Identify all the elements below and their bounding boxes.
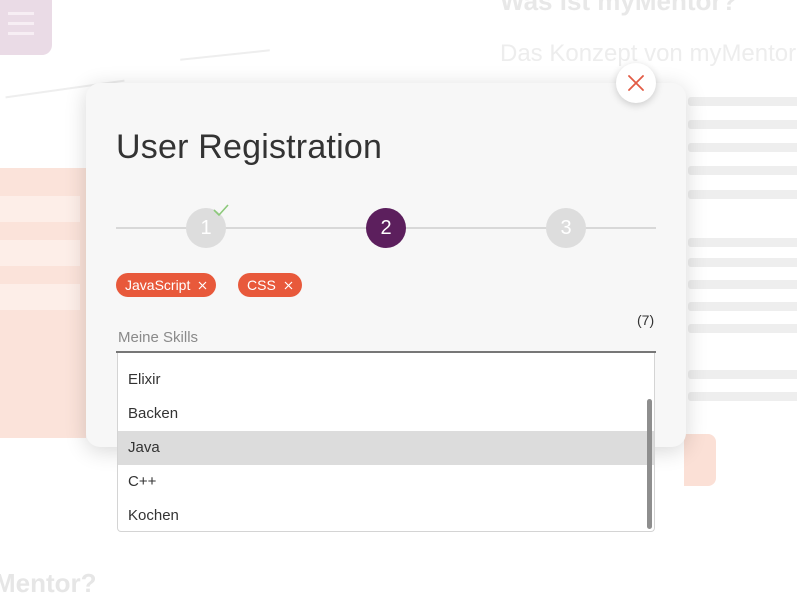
close-icon: [628, 75, 644, 91]
dropdown-option[interactable]: Backen: [118, 397, 654, 431]
dropdown-scrollbar[interactable]: [647, 399, 652, 529]
close-icon: [198, 281, 207, 289]
close-icon: [284, 281, 293, 289]
skills-dropdown[interactable]: Elixir Backen Java C++ Kochen: [117, 353, 655, 532]
menu-icon: [0, 0, 52, 55]
step-3[interactable]: 3: [546, 208, 586, 248]
modal-title: User Registration: [116, 128, 383, 166]
skill-chip-css: CSS: [238, 273, 302, 297]
dropdown-option[interactable]: Kochen: [118, 499, 654, 531]
background-heading: Was ist myMentor?: [500, 0, 738, 16]
background-button: [684, 434, 716, 486]
skill-count: (7): [637, 312, 655, 328]
chip-label: JavaScript: [125, 277, 191, 293]
check-icon: [213, 204, 229, 217]
background-form-panel: [0, 168, 86, 438]
dropdown-option[interactable]: C++: [118, 465, 654, 499]
background-bottom-text: Mentor?: [0, 568, 97, 598]
chip-remove-button[interactable]: [284, 281, 293, 290]
step-2[interactable]: 2: [366, 208, 406, 248]
dropdown-option-highlighted[interactable]: Java: [118, 431, 654, 465]
skill-chip-javascript: JavaScript: [116, 273, 217, 297]
dropdown-option[interactable]: Elixir: [118, 363, 654, 397]
chip-remove-button[interactable]: [198, 281, 207, 290]
close-button[interactable]: [616, 63, 656, 103]
skills-input[interactable]: [116, 327, 656, 353]
background-subheading: Das Konzept von myMentor: [500, 40, 797, 67]
chip-label: CSS: [247, 277, 276, 293]
